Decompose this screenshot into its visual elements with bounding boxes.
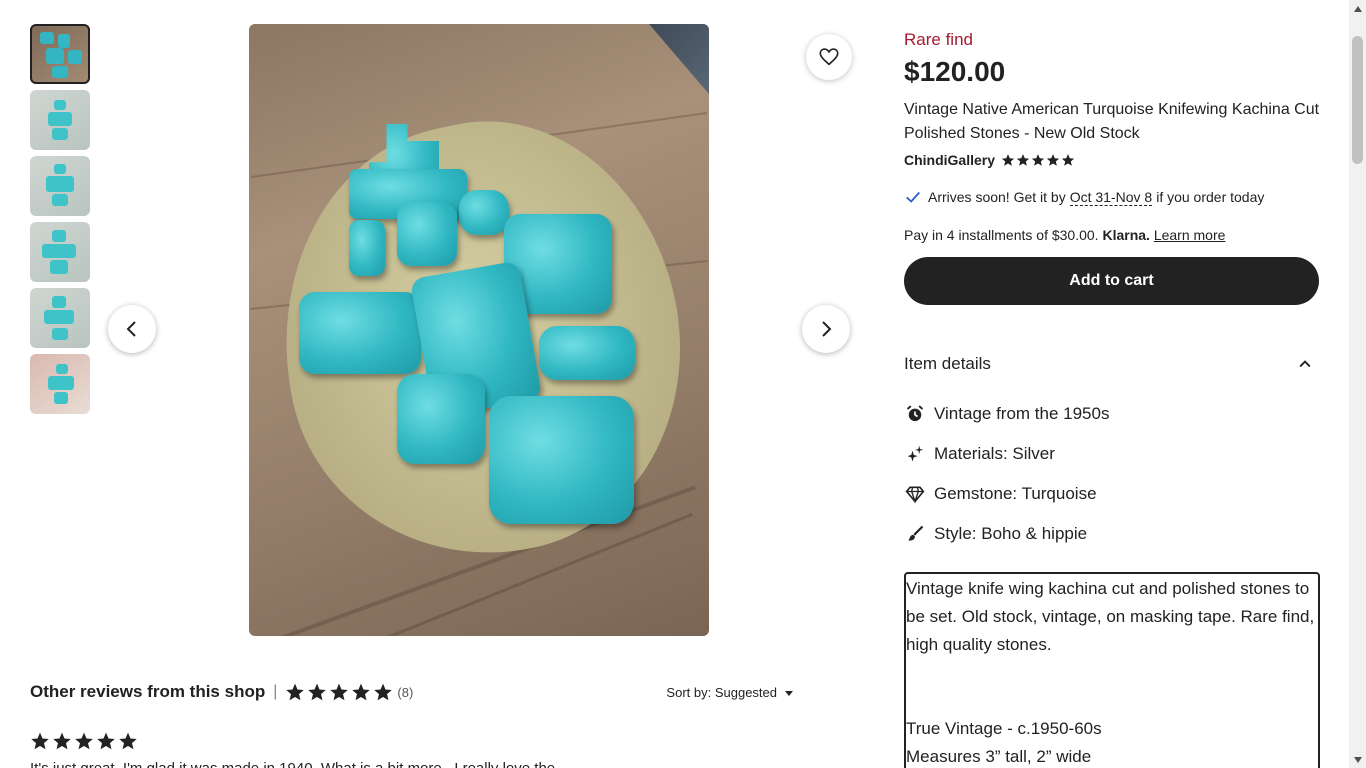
description-paragraph: Vintage knife wing kachina cut and polis…: [906, 579, 1319, 654]
chevron-right-icon: [822, 321, 832, 337]
star-icon: [374, 683, 393, 701]
arrival-prefix: Arrives soon! Get it by: [928, 189, 1066, 205]
installments-text: Pay in 4 installments of $30.00.: [904, 227, 1099, 243]
item-details-heading: Item details: [904, 354, 991, 373]
turquoise-stone: [459, 190, 509, 235]
star-icon: [53, 732, 71, 750]
star-icon: [1001, 154, 1015, 166]
star-icon: [308, 683, 327, 701]
item-description[interactable]: Vintage knife wing kachina cut and polis…: [904, 572, 1320, 768]
detail-row-materials: Materials: Silver: [904, 443, 1055, 465]
chevron-left-icon: [126, 321, 136, 337]
description-line: Measures 3” tall, 2” wide: [906, 747, 1092, 766]
sparkle-icon: [904, 443, 926, 465]
learn-more-link[interactable]: Learn more: [1154, 227, 1226, 243]
arrival-date[interactable]: Oct 31-Nov 8: [1069, 189, 1153, 206]
turquoise-stone: [349, 220, 385, 276]
reviews-rating-stars: [285, 682, 393, 702]
star-icon: [1061, 154, 1075, 166]
alarm-clock-icon: [904, 403, 926, 425]
scroll-down-arrow[interactable]: [1349, 751, 1366, 768]
detail-row-style: Style: Boho & hippie: [904, 523, 1087, 545]
checkmark-icon: [906, 191, 920, 203]
turquoise-stone: [299, 292, 421, 374]
favorite-button[interactable]: [806, 34, 852, 80]
arrow-down-icon: [1353, 756, 1362, 763]
review-rating-stars: [30, 731, 138, 751]
previous-image-button[interactable]: [108, 305, 156, 353]
thumbnail-1[interactable]: [30, 24, 90, 84]
product-title: Vintage Native American Turquoise Knifew…: [904, 101, 1320, 142]
heart-icon: [819, 48, 839, 66]
sort-label: Sort by: Suggested: [666, 685, 777, 700]
reviews-separator: |: [273, 683, 278, 700]
arrival-suffix: if you order today: [1156, 189, 1265, 205]
star-icon: [119, 732, 137, 750]
reviews-heading: Other reviews from this shop: [30, 682, 266, 701]
star-icon: [330, 683, 349, 701]
rare-find-badge: Rare find: [904, 30, 973, 49]
detail-label: Materials: Silver: [934, 444, 1055, 463]
shop-row: ChindiGallery: [904, 152, 1075, 168]
gem-icon: [904, 483, 926, 505]
thumbnail-5[interactable]: [30, 288, 90, 348]
caret-down-icon: [785, 690, 793, 696]
scrollbar-thumb[interactable]: [1352, 36, 1363, 164]
detail-row-vintage: Vintage from the 1950s: [904, 403, 1109, 425]
main-product-image: [249, 24, 709, 636]
thumbnail-6[interactable]: [30, 354, 90, 414]
thumbnail-strip: [30, 24, 90, 420]
installments-info: Pay in 4 installments of $30.00. Klarna.…: [904, 227, 1225, 243]
thumbnail-2[interactable]: [30, 90, 90, 150]
thumbnail-3[interactable]: [30, 156, 90, 216]
star-icon: [286, 683, 305, 701]
star-icon: [75, 732, 93, 750]
page-scrollbar[interactable]: [1349, 0, 1366, 768]
arrow-up-icon: [1353, 5, 1362, 12]
turquoise-stone: [397, 374, 485, 464]
next-image-button[interactable]: [802, 305, 850, 353]
sort-dropdown[interactable]: Sort by: Suggested: [666, 685, 795, 700]
turquoise-stone: [489, 396, 634, 524]
add-to-cart-button[interactable]: Add to cart: [904, 257, 1319, 305]
chevron-up-icon: [1299, 360, 1311, 368]
shop-name-link[interactable]: ChindiGallery: [904, 152, 995, 168]
arrival-estimate: Arrives soon! Get it by Oct 31-Nov 8 if …: [904, 188, 1264, 206]
reviews-header: Other reviews from this shop | (8) Sort …: [30, 682, 795, 702]
star-icon: [352, 683, 371, 701]
thumbnail-4[interactable]: [30, 222, 90, 282]
detail-label: Vintage from the 1950s: [934, 404, 1110, 423]
turquoise-stone: [397, 202, 457, 266]
klarna-label: Klarna.: [1102, 227, 1150, 243]
price: $120.00: [904, 56, 1006, 87]
detail-label: Gemstone: Turquoise: [934, 484, 1097, 503]
star-icon: [1031, 154, 1045, 166]
item-details-toggle[interactable]: Item details: [904, 344, 1319, 384]
star-icon: [1046, 154, 1060, 166]
scroll-up-arrow[interactable]: [1349, 0, 1366, 17]
detail-row-gemstone: Gemstone: Turquoise: [904, 483, 1097, 505]
reviews-count: (8): [397, 684, 414, 700]
description-line: True Vintage - c.1950-60s: [906, 719, 1102, 738]
review-text: It's just great. I'm glad it was made in…: [30, 760, 568, 768]
star-icon: [97, 732, 115, 750]
star-icon: [31, 732, 49, 750]
turquoise-stone: [539, 326, 635, 380]
detail-label: Style: Boho & hippie: [934, 524, 1088, 543]
shop-rating-stars: [1001, 153, 1075, 167]
paintbrush-icon: [904, 523, 926, 545]
star-icon: [1016, 154, 1030, 166]
image-background-corner: [649, 24, 709, 94]
